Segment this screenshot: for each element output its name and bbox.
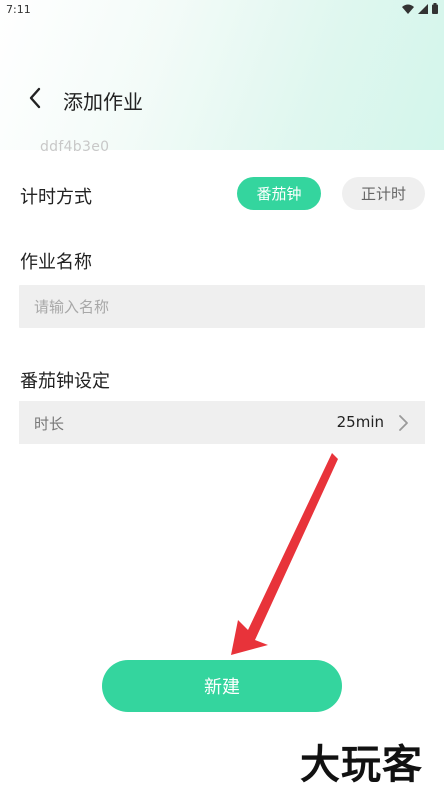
pomodoro-settings-label: 番茄钟设定	[20, 371, 110, 392]
create-button[interactable]: 新建	[102, 660, 342, 712]
app-header: 添加作业	[0, 78, 444, 118]
duration-value: 25min	[336, 413, 384, 431]
battery-icon	[432, 3, 438, 14]
chevron-left-icon	[29, 87, 41, 109]
timer-mode-option-pomodoro[interactable]: 番茄钟	[237, 177, 321, 210]
timer-mode-option-count-up[interactable]: 正计时	[342, 177, 425, 210]
homework-name-input[interactable]	[19, 285, 425, 328]
status-bar: 7:11	[0, 0, 444, 20]
watermark-id: ddf4b3e0	[40, 139, 110, 155]
back-button[interactable]	[22, 84, 48, 112]
chevron-right-icon	[399, 415, 408, 431]
header-background	[0, 0, 444, 150]
status-time: 7:11	[6, 3, 31, 16]
brand-watermark: 大玩客	[300, 741, 423, 788]
signal-icon	[418, 3, 428, 14]
homework-name-label: 作业名称	[20, 252, 92, 273]
timer-mode-label: 计时方式	[20, 187, 92, 208]
duration-label: 时长	[34, 415, 65, 433]
wifi-icon	[402, 4, 414, 14]
status-icons	[402, 3, 438, 14]
duration-setting-row[interactable]: 时长 25min	[19, 401, 425, 444]
page-title: 添加作业	[63, 90, 143, 114]
